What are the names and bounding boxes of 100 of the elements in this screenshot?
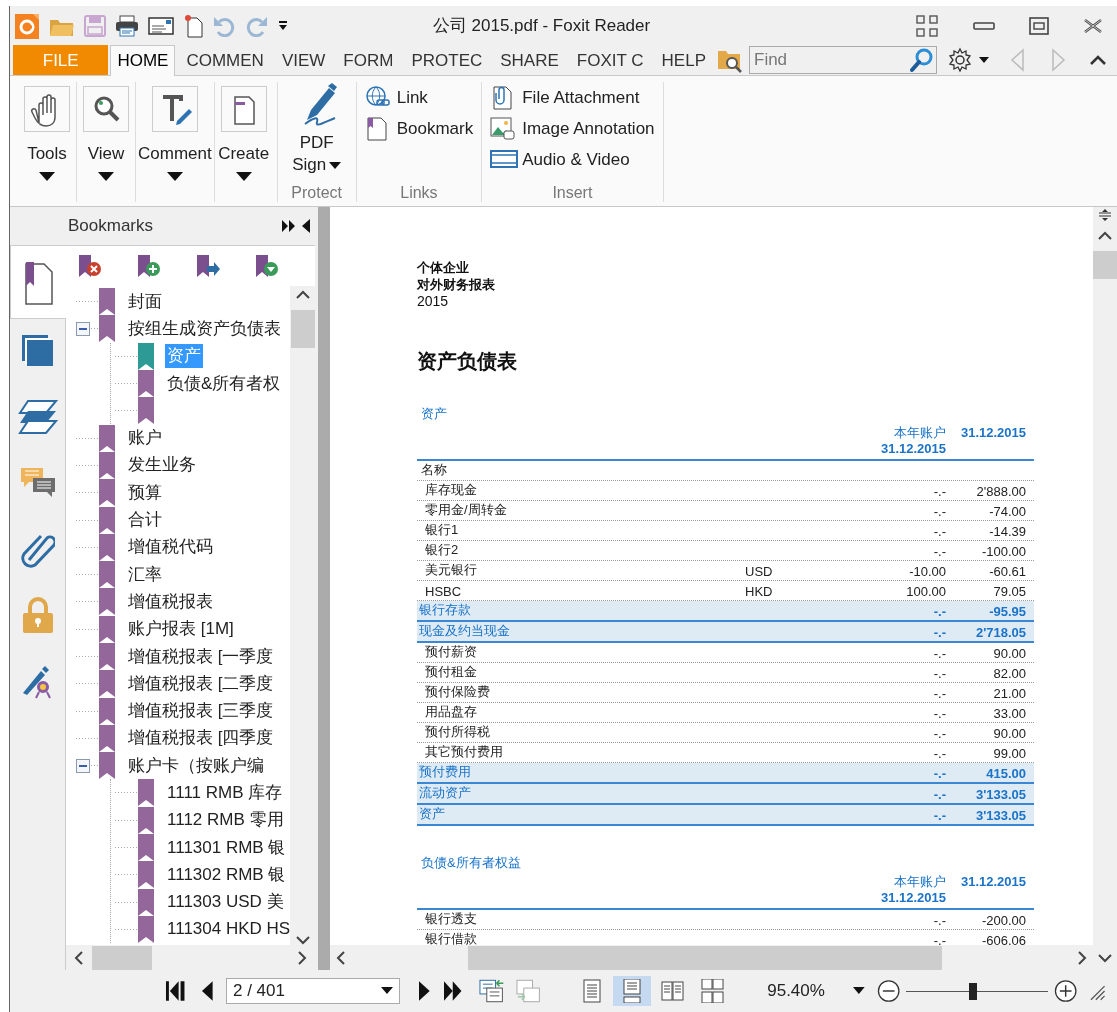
dropdown-button[interactable]: Create — [214, 82, 273, 202]
zoom-value[interactable]: 95.40% — [767, 981, 853, 1001]
scroll-down-icon[interactable] — [1098, 952, 1112, 963]
continuous-page-icon — [620, 979, 644, 1003]
bookmark-item[interactable]: 增值税报表 [三季度 — [126, 699, 276, 724]
minimize-icon[interactable] — [973, 20, 995, 31]
maximize-icon[interactable] — [1029, 16, 1049, 35]
group-label: Insert — [552, 184, 593, 202]
bookmark-item[interactable]: 增值税报表 [一季度 — [126, 644, 276, 669]
bookmark-item[interactable]: 1112 RMB 零用 — [165, 808, 286, 833]
ribbon-tab[interactable]: FOXIT C — [569, 45, 651, 75]
bookmark-item[interactable]: 合计 — [126, 508, 164, 532]
fullscreen-icon[interactable] — [915, 13, 939, 38]
zoom-slider-thumb[interactable] — [968, 982, 977, 1000]
vertical-scrollbar[interactable] — [290, 286, 315, 945]
ribbon-tab[interactable]: FORM — [336, 45, 401, 75]
table-cell-text: -200.00 — [980, 913, 1027, 928]
ribbon-tab[interactable]: PROTEC — [404, 45, 490, 75]
bookmark-item[interactable]: 111303 USD 美 — [165, 890, 286, 915]
ribbon-button[interactable]: Bookmark — [364, 115, 474, 142]
scroll-up-icon[interactable] — [295, 290, 310, 300]
bookmark-item[interactable]: 负债&所有者权 — [165, 371, 283, 396]
split-view-icon[interactable] — [1098, 209, 1112, 221]
delete-bookmark-icon[interactable] — [77, 254, 103, 278]
table-cell-text: 90.00 — [992, 726, 1027, 741]
scroll-left-icon[interactable] — [336, 950, 346, 965]
dropdown-button[interactable]: View — [77, 82, 136, 202]
ribbon-tab[interactable]: HOME — [110, 45, 176, 76]
table-cell-text: 其它预付费用 — [424, 743, 504, 761]
bookmark-item[interactable]: 111302 RMB 银 — [165, 862, 288, 887]
ribbon-button[interactable]: Image Annotation — [490, 115, 655, 142]
bookmark-item[interactable]: 111304 HKD HS — [165, 917, 290, 942]
bookmark-options-icon[interactable] — [254, 254, 280, 278]
view-mode-button[interactable] — [613, 976, 652, 1006]
bookmark-item[interactable]: 1111 RMB 库存 — [165, 781, 285, 805]
table-cell-text: -.- — [932, 484, 946, 499]
table-cell-text: -60.61 — [988, 564, 1027, 579]
add-bookmark-icon[interactable] — [136, 254, 162, 278]
dropdown-button[interactable]: Tools — [18, 82, 77, 202]
scroll-right-icon[interactable] — [1077, 950, 1087, 965]
new-document-icon[interactable] — [183, 13, 203, 38]
ribbon-tab[interactable]: COMMEN — [179, 45, 271, 75]
find-field[interactable]: Find — [749, 46, 937, 74]
scroll-thumb[interactable] — [290, 310, 315, 348]
scroll-thumb[interactable] — [468, 945, 942, 970]
bookmark-item[interactable]: 增值税报表 [四季度 — [126, 726, 276, 751]
scroll-thumb[interactable] — [1093, 251, 1117, 279]
bookmark-item[interactable]: 汇率 — [126, 562, 164, 587]
search-icon[interactable] — [910, 47, 934, 73]
scroll-up-icon[interactable] — [1098, 231, 1112, 241]
close-icon[interactable] — [1083, 17, 1103, 34]
table-cell-text: -74.00 — [988, 504, 1027, 519]
previous-page-icon[interactable] — [200, 980, 214, 1002]
app-logo-icon[interactable] — [14, 11, 40, 40]
page-number-field[interactable]: 2 / 401 — [226, 978, 400, 1004]
bookmark-item[interactable]: 账户报表 [1M] — [126, 617, 236, 642]
customize-caret-icon[interactable] — [278, 20, 288, 31]
vertical-scrollbar[interactable] — [1093, 207, 1117, 945]
settings-icon[interactable] — [947, 47, 973, 73]
move-bookmark-icon[interactable] — [195, 254, 221, 278]
expand-panel-icon[interactable] — [282, 220, 296, 232]
ribbon-tab[interactable]: SHARE — [493, 45, 566, 75]
zoom-out-icon[interactable] — [876, 979, 900, 1003]
previous-view-icon[interactable] — [478, 979, 504, 1003]
ribbon-button[interactable]: Link — [364, 84, 474, 111]
collapse-ribbon-icon[interactable] — [1089, 53, 1107, 67]
scroll-down-icon[interactable] — [295, 935, 310, 945]
ribbon-tab[interactable]: HELP — [654, 45, 713, 75]
settings-caret-icon[interactable] — [979, 56, 989, 64]
dropdown-button[interactable]: Comment — [136, 82, 215, 202]
scroll-right-icon[interactable] — [297, 950, 307, 965]
horizontal-scrollbar[interactable] — [330, 945, 1093, 970]
bookmark-item[interactable]: 账户卡（按账户编 — [126, 753, 266, 778]
collapse-panel-icon[interactable] — [302, 219, 310, 233]
envelope-icon[interactable] — [148, 16, 174, 35]
next-page-icon[interactable] — [417, 980, 432, 1002]
bookmark-item[interactable]: 111301 RMB 银 — [165, 835, 288, 860]
bookmark-item[interactable]: 封面 — [126, 289, 164, 314]
bookmark-item[interactable]: 增值税报表 [二季度 — [126, 671, 276, 696]
scroll-left-icon[interactable] — [74, 950, 84, 965]
bookmark-item[interactable]: 增值税代码 — [126, 535, 215, 560]
bookmark-item[interactable]: 发生业务 — [126, 453, 198, 478]
ribbon-button[interactable]: File Attachment — [490, 84, 655, 111]
column-header: 31.12.2015 — [959, 425, 1027, 442]
horizontal-scrollbar[interactable] — [66, 945, 315, 970]
document-title: 资产负债表 — [417, 349, 518, 374]
dropdown-button[interactable]: PDF Sign — [281, 82, 352, 184]
collapse-icon[interactable] — [76, 758, 90, 773]
zoom-in-icon[interactable] — [1054, 979, 1078, 1003]
bookmark-item[interactable]: 按组生成资产负债表 — [126, 316, 283, 341]
zoom-caret-icon[interactable] — [852, 987, 865, 995]
ribbon-button[interactable]: Audio & Video — [490, 146, 655, 173]
scroll-thumb[interactable] — [92, 945, 152, 970]
bookmark-item[interactable]: 账户 — [126, 426, 164, 451]
bookmark-item[interactable]: 增值税报表 — [126, 589, 215, 614]
ribbon-tab[interactable]: VIEW — [274, 45, 333, 75]
printer-icon[interactable] — [115, 14, 139, 37]
collapse-icon[interactable] — [76, 321, 90, 336]
bookmark-item[interactable]: 预算 — [126, 480, 164, 505]
panel-tab[interactable] — [9, 245, 67, 319]
